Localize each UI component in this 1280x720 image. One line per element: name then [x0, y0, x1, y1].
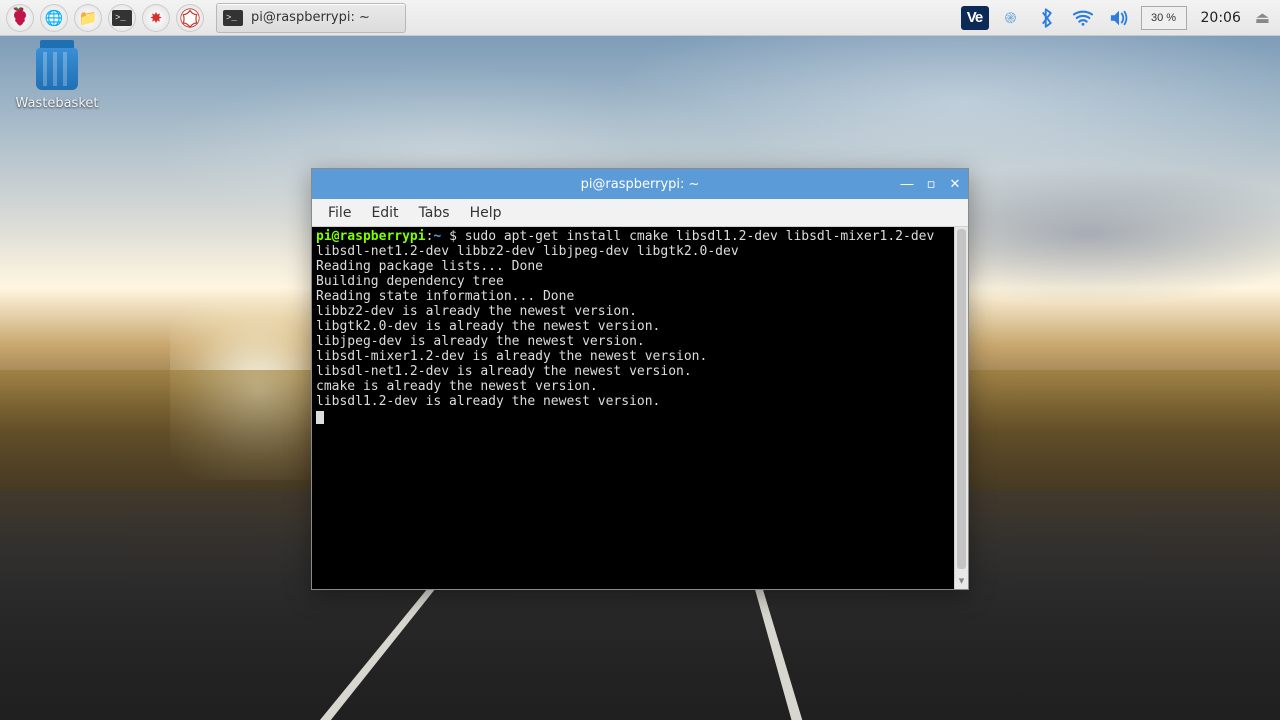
window-title: pi@raspberrypi: ~ — [581, 177, 700, 192]
updates-icon[interactable]: ֎ — [997, 6, 1025, 30]
clock-text: 20:06 — [1201, 10, 1241, 26]
terminal-window: pi@raspberrypi: ~ ― ▫ ✕ File Edit Tabs H… — [311, 168, 969, 590]
cpu-usage-indicator[interactable]: 30 % — [1141, 6, 1187, 30]
window-menubar: File Edit Tabs Help — [312, 199, 968, 227]
web-browser-icon[interactable]: 🌐 — [40, 4, 68, 32]
taskbar-window-label: pi@raspberrypi: ~ — [251, 10, 370, 25]
eject-media-icon[interactable]: ⏏ — [1255, 8, 1274, 27]
clock[interactable]: 20:06 — [1195, 10, 1247, 26]
terminal-icon — [223, 10, 243, 26]
window-maximize-button[interactable]: ▫ — [924, 177, 938, 192]
vnc-server-icon[interactable]: V​e — [961, 6, 989, 30]
window-titlebar[interactable]: pi@raspberrypi: ~ ― ▫ ✕ — [312, 169, 968, 199]
scrollbar-down-arrow[interactable]: ▾ — [955, 574, 968, 587]
cpu-usage-text: 30 % — [1151, 12, 1176, 24]
menu-raspberry-icon[interactable] — [6, 4, 34, 32]
wifi-icon[interactable] — [1069, 6, 1097, 30]
terminal-output-area[interactable]: pi@raspberrypi:~ $ sudo apt-get install … — [312, 227, 954, 589]
file-manager-icon[interactable]: 📁 — [74, 4, 102, 32]
menu-file[interactable]: File — [320, 203, 359, 223]
wolfram-icon[interactable] — [176, 4, 204, 32]
bluetooth-icon[interactable] — [1033, 6, 1061, 30]
menu-edit[interactable]: Edit — [363, 203, 406, 223]
system-tray: V​e ֎ 30 % 20:06 ⏏ — [961, 6, 1274, 30]
window-close-button[interactable]: ✕ — [948, 177, 962, 192]
top-panel: 🌐 📁 >_ ✸ pi@raspberrypi: ~ V​e ֎ 30 % 20… — [0, 0, 1280, 36]
scrollbar-thumb[interactable] — [957, 229, 966, 569]
taskbar-window-button[interactable]: pi@raspberrypi: ~ — [216, 3, 406, 33]
mathematica-icon[interactable]: ✸ — [142, 4, 170, 32]
volume-icon[interactable] — [1105, 6, 1133, 30]
menu-tabs[interactable]: Tabs — [411, 203, 458, 223]
wastebasket-label: Wastebasket — [14, 96, 100, 111]
terminal-launcher-icon[interactable]: >_ — [108, 4, 136, 32]
window-minimize-button[interactable]: ― — [900, 177, 914, 192]
trash-icon — [36, 48, 78, 90]
desktop-wastebasket[interactable]: Wastebasket — [14, 48, 100, 111]
terminal-scrollbar[interactable]: ▾ — [954, 227, 968, 589]
menu-help[interactable]: Help — [462, 203, 510, 223]
